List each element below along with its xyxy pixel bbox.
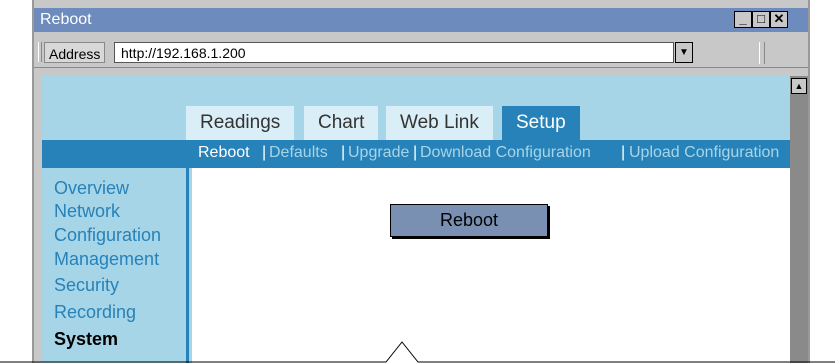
browser-window: Reboot _ □ ✕ Address http://192.168.1.20… — [32, 0, 810, 363]
subnav-reboot[interactable]: Reboot — [198, 144, 250, 162]
title-bar: Reboot _ □ ✕ — [34, 8, 808, 32]
subnav-separator: | — [413, 144, 418, 161]
sidebar-item-network[interactable]: Network — [54, 201, 120, 222]
address-label: Address — [44, 42, 106, 63]
callout-pointer — [0, 341, 835, 363]
address-input[interactable]: http://192.168.1.200 — [114, 42, 674, 63]
address-dropdown-icon[interactable]: ▼ — [675, 42, 693, 63]
sidebar: Overview Network Configuration Managemen… — [42, 168, 189, 363]
tab-chart[interactable]: Chart — [304, 106, 379, 140]
toolbar-grip[interactable] — [38, 42, 42, 62]
minimize-button[interactable]: _ — [734, 11, 752, 28]
address-bar: Address http://192.168.1.200 ▼ — [34, 34, 808, 68]
reboot-button[interactable]: Reboot — [390, 204, 548, 237]
sidebar-item-overview[interactable]: Overview — [54, 178, 129, 199]
setup-subnav: Reboot | Defaults | Upgrade | Download C… — [42, 140, 790, 168]
maximize-button[interactable]: □ — [752, 11, 770, 28]
sidebar-item-configuration[interactable]: Configuration — [54, 225, 161, 246]
tab-readings[interactable]: Readings — [186, 106, 295, 140]
page-content: Readings Chart Web Link Setup Reboot | D… — [42, 76, 790, 363]
scroll-up-icon[interactable]: ▲ — [791, 78, 807, 94]
tab-web-link[interactable]: Web Link — [386, 106, 493, 140]
subnav-download-configuration[interactable]: Download Configuration — [420, 144, 591, 162]
subnav-defaults[interactable]: Defaults — [269, 144, 328, 162]
subnav-separator: | — [621, 144, 626, 161]
tab-setup[interactable]: Setup — [502, 106, 580, 140]
subnav-upgrade[interactable]: Upgrade — [348, 144, 409, 162]
main-panel: Reboot — [192, 168, 790, 363]
toolbar-grip-right[interactable] — [759, 42, 765, 64]
sidebar-item-security[interactable]: Security — [54, 275, 119, 296]
subnav-upload-configuration[interactable]: Upload Configuration — [629, 144, 779, 162]
window-title: Reboot — [40, 11, 92, 28]
sidebar-item-management[interactable]: Management — [54, 249, 159, 270]
subnav-separator: | — [262, 144, 267, 161]
vertical-scrollbar[interactable]: ▲ — [790, 76, 808, 363]
subnav-separator: | — [341, 144, 346, 161]
sidebar-item-recording[interactable]: Recording — [54, 302, 136, 323]
close-button[interactable]: ✕ — [770, 11, 788, 28]
